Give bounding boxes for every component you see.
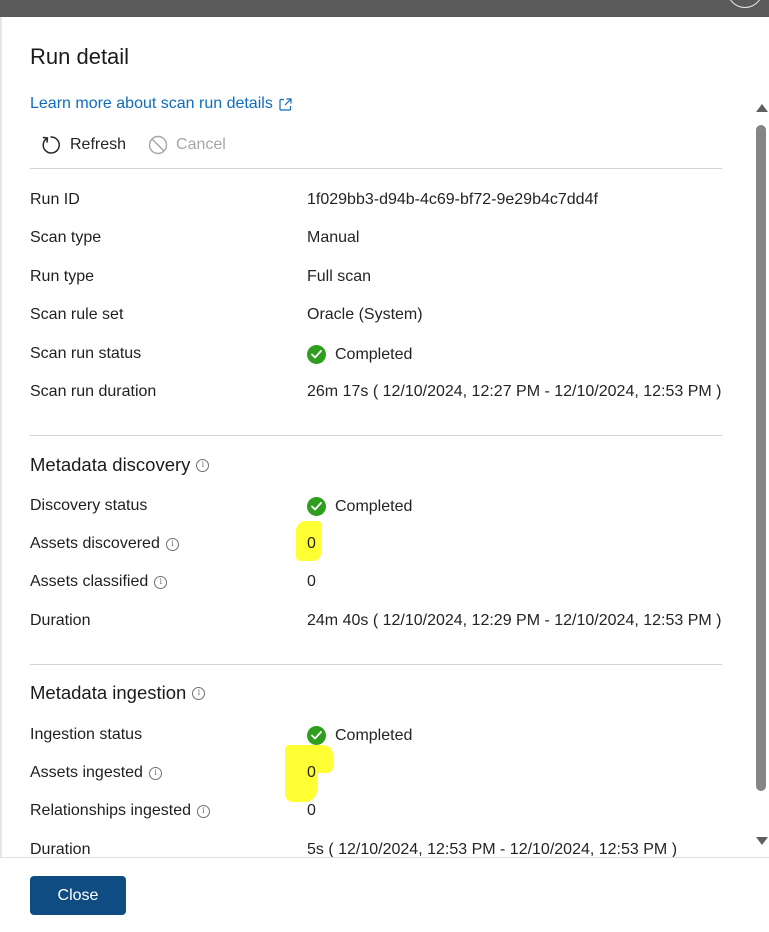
refresh-label: Refresh xyxy=(70,136,127,153)
row-label: Scan rule set xyxy=(30,306,124,323)
row-label: Ingestion status xyxy=(30,726,143,743)
section-title-ingestion: Metadata ingestion i xyxy=(30,682,206,704)
learn-more-link[interactable]: Learn more about scan run details xyxy=(30,95,292,113)
check-circle-icon xyxy=(307,497,326,516)
detail-row-ingestion-status: Ingestion status Completed xyxy=(30,726,730,750)
dismiss-circle-icon[interactable] xyxy=(727,0,763,8)
learn-more-link-text: Learn more about scan run details xyxy=(30,95,273,112)
cancel-button[interactable]: Cancel xyxy=(148,135,226,155)
info-icon[interactable]: i xyxy=(192,686,206,700)
scroll-down-arrow-icon[interactable] xyxy=(756,837,768,845)
section-title-discovery: Metadata discovery i xyxy=(30,454,210,476)
status-value: Completed xyxy=(307,497,412,516)
section-title-text: Metadata ingestion xyxy=(30,682,187,703)
row-label: Scan run duration xyxy=(30,383,157,400)
info-icon[interactable]: i xyxy=(196,458,210,472)
top-bar xyxy=(0,0,769,17)
divider xyxy=(30,435,722,436)
row-value: Oracle (System) xyxy=(307,306,423,323)
vertical-scrollbar[interactable] xyxy=(752,100,769,845)
detail-row-run-id: Run ID 1f029bb3-d94b-4c69-bf72-9e29b4c7d… xyxy=(30,191,730,215)
detail-row-assets-ingested: Assets ingested i 0 xyxy=(30,764,730,788)
scroll-thumb[interactable] xyxy=(756,125,766,791)
footer-divider xyxy=(0,857,769,858)
row-value: 0 xyxy=(307,802,316,819)
row-label-wrap: Relationships ingested i xyxy=(30,802,210,820)
left-edge xyxy=(0,17,2,932)
row-label: Relationships ingested xyxy=(30,802,191,819)
detail-row-run-type: Run type Full scan xyxy=(30,268,730,292)
row-label-wrap: Assets classified i xyxy=(30,573,168,591)
status-text: Completed xyxy=(335,345,413,363)
detail-row-scan-rule-set: Scan rule set Oracle (System) xyxy=(30,306,730,330)
row-label: Assets classified xyxy=(30,573,149,590)
info-icon[interactable]: i xyxy=(165,537,179,551)
detail-row-relationships-ingested: Relationships ingested i 0 xyxy=(30,802,730,826)
section-title-text: Metadata discovery xyxy=(30,454,191,475)
divider xyxy=(30,664,722,665)
detail-row-scan-run-duration: Scan run duration 26m 17s ( 12/10/2024, … xyxy=(30,383,730,407)
external-link-icon xyxy=(279,97,292,111)
row-value: Manual xyxy=(307,229,360,246)
row-value: 24m 40s ( 12/10/2024, 12:29 PM - 12/10/2… xyxy=(307,612,722,629)
refresh-icon xyxy=(42,136,60,154)
detail-row-assets-discovered: Assets discovered i 0 xyxy=(30,535,730,559)
status-text: Completed xyxy=(335,726,413,744)
row-value: 0 xyxy=(307,764,316,781)
check-circle-icon xyxy=(307,726,326,745)
row-label: Run ID xyxy=(30,191,80,208)
scroll-up-arrow-icon[interactable] xyxy=(756,104,768,112)
row-value: Full scan xyxy=(307,268,372,285)
divider xyxy=(30,168,722,169)
detail-row-discovery-duration: Duration 24m 40s ( 12/10/2024, 12:29 PM … xyxy=(30,612,730,636)
status-value: Completed xyxy=(307,726,412,745)
detail-row-scan-type: Scan type Manual xyxy=(30,229,730,253)
check-circle-icon xyxy=(307,345,326,364)
detail-row-discovery-status: Discovery status Completed xyxy=(30,497,730,521)
close-button[interactable]: Close xyxy=(30,876,126,915)
status-value: Completed xyxy=(307,345,412,364)
row-value: 1f029bb3-d94b-4c69-bf72-9e29b4c7dd4f xyxy=(307,191,598,208)
row-label: Discovery status xyxy=(30,497,148,514)
row-value: 0 xyxy=(307,535,316,552)
toolbar: Refresh Cancel xyxy=(40,134,226,156)
row-label: Assets ingested xyxy=(30,764,143,781)
row-label: Run type xyxy=(30,268,95,285)
detail-row-scan-run-status: Scan run status Completed xyxy=(30,345,730,369)
row-label: Duration xyxy=(30,612,91,629)
info-icon[interactable]: i xyxy=(148,766,162,780)
refresh-button[interactable]: Refresh xyxy=(40,134,126,156)
detail-row-assets-classified: Assets classified i 0 xyxy=(30,573,730,597)
cancel-icon xyxy=(148,135,168,155)
row-label: Scan run status xyxy=(30,345,142,362)
row-label: Assets discovered xyxy=(30,535,160,552)
row-label-wrap: Assets ingested i xyxy=(30,764,162,782)
row-label-wrap: Assets discovered i xyxy=(30,535,179,553)
cancel-label: Cancel xyxy=(176,136,226,153)
row-value: 0 xyxy=(307,573,316,590)
info-icon[interactable]: i xyxy=(154,575,168,589)
row-value: 26m 17s ( 12/10/2024, 12:27 PM - 12/10/2… xyxy=(307,383,722,400)
status-text: Completed xyxy=(335,497,413,515)
row-label: Scan type xyxy=(30,229,102,246)
panel-title: Run detail xyxy=(30,44,130,69)
info-icon[interactable]: i xyxy=(197,804,210,818)
